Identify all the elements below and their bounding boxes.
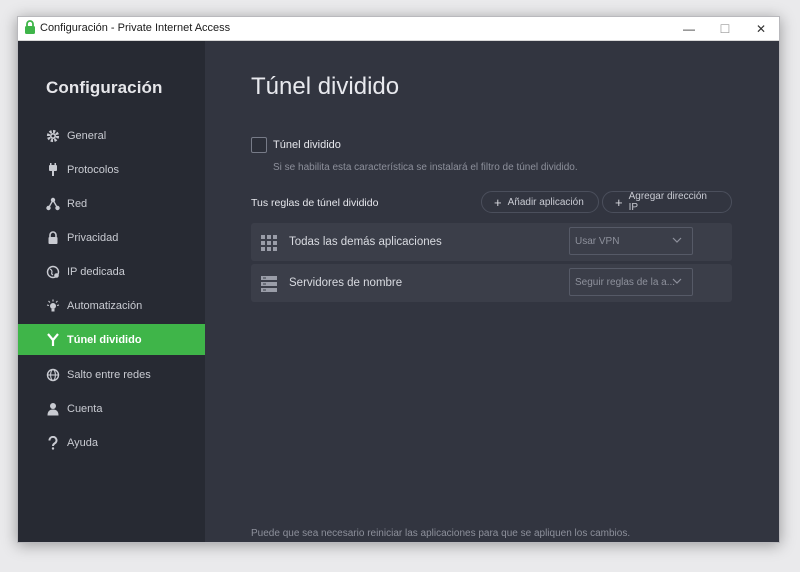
- server-icon: [261, 276, 277, 292]
- rule-select[interactable]: Seguir reglas de la a...: [569, 268, 693, 296]
- rule-select[interactable]: Usar VPN: [569, 227, 693, 255]
- sidebar-item-label: IP dedicada: [67, 265, 125, 278]
- plus-icon: +: [615, 194, 623, 210]
- lightbulb-icon: [45, 298, 61, 314]
- gear-icon: [45, 128, 61, 144]
- split-tunnel-checkbox[interactable]: [251, 137, 267, 153]
- chevron-down-icon: [672, 237, 682, 243]
- sidebar-item-privacidad[interactable]: Privacidad: [18, 222, 205, 253]
- chevron-down-icon: [672, 278, 682, 284]
- sidebar-item-protocolos[interactable]: Protocolos: [18, 154, 205, 185]
- sidebar-item-salto-entre-redes[interactable]: Salto entre redes: [18, 359, 205, 390]
- sidebar-item-label: Ayuda: [67, 436, 98, 449]
- network-icon: [45, 196, 61, 212]
- add-application-label: Añadir aplicación: [507, 196, 584, 208]
- globe-network-icon: [45, 367, 61, 383]
- sidebar-item-label: Automatización: [67, 299, 143, 312]
- sidebar-item-label: Red: [67, 197, 88, 210]
- rule-name: Servidores de nombre: [289, 277, 403, 289]
- add-application-button[interactable]: + Añadir aplicación: [481, 191, 599, 213]
- sidebar-item-label: Túnel dividido: [67, 333, 142, 346]
- question-icon: [45, 435, 61, 451]
- title-bar: Configuración - Private Internet Access …: [18, 17, 779, 41]
- close-button[interactable]: ✕: [743, 17, 779, 40]
- window-title: Configuración - Private Internet Access: [40, 22, 231, 34]
- rule-row: Servidores de nombre Seguir reglas de la…: [251, 264, 732, 302]
- rule-row: Todas las demás aplicaciones Usar VPN: [251, 223, 732, 261]
- add-ip-address-button[interactable]: + Agregar dirección IP: [602, 191, 732, 213]
- restart-note: Puede que sea necesario reiniciar las ap…: [251, 528, 631, 539]
- sidebar-item-label: Privacidad: [67, 231, 119, 244]
- rule-select-value: Usar VPN: [575, 236, 620, 247]
- add-ip-address-label: Agregar dirección IP: [628, 191, 707, 213]
- padlock-app-icon: [25, 20, 35, 34]
- grid-icon: [261, 235, 277, 251]
- sidebar-item-tunel-dividido[interactable]: Túnel dividido: [18, 324, 205, 355]
- split-tunnel-description: Si se habilita esta característica se in…: [273, 162, 578, 173]
- sidebar-heading: Configuración: [46, 78, 163, 97]
- rules-heading: Tus reglas de túnel dividido: [251, 197, 379, 209]
- main-panel: Túnel dividido Túnel dividido Si se habi…: [205, 41, 779, 542]
- plus-icon: +: [494, 194, 502, 210]
- sidebar-item-label: Salto entre redes: [67, 368, 151, 381]
- rule-name: Todas las demás aplicaciones: [289, 236, 442, 248]
- split-icon: [45, 332, 61, 348]
- settings-window: Configuración - Private Internet Access …: [17, 16, 780, 543]
- lock-icon: [45, 230, 61, 246]
- sidebar-item-ayuda[interactable]: Ayuda: [18, 427, 205, 458]
- globe-icon: [45, 264, 61, 280]
- sidebar-item-label: General: [67, 129, 107, 142]
- minimize-button[interactable]: —: [671, 17, 707, 40]
- rule-select-value: Seguir reglas de la a...: [575, 277, 676, 288]
- split-tunnel-checkbox-label[interactable]: Túnel dividido: [273, 139, 341, 151]
- sidebar-item-ip-dedicada[interactable]: IP dedicada: [18, 256, 205, 287]
- sidebar-item-label: Cuenta: [67, 402, 103, 415]
- sidebar: Configuración General Protocolos Red Pri…: [18, 41, 205, 542]
- user-icon: [45, 401, 61, 417]
- sidebar-item-red[interactable]: Red: [18, 188, 205, 219]
- page-title: Túnel dividido: [251, 73, 400, 100]
- plug-icon: [45, 162, 61, 178]
- sidebar-item-general[interactable]: General: [18, 120, 205, 151]
- sidebar-item-cuenta[interactable]: Cuenta: [18, 393, 205, 424]
- sidebar-item-automatizacion[interactable]: Automatización: [18, 290, 205, 321]
- maximize-button[interactable]: ☐: [707, 17, 743, 40]
- sidebar-item-label: Protocolos: [67, 163, 119, 176]
